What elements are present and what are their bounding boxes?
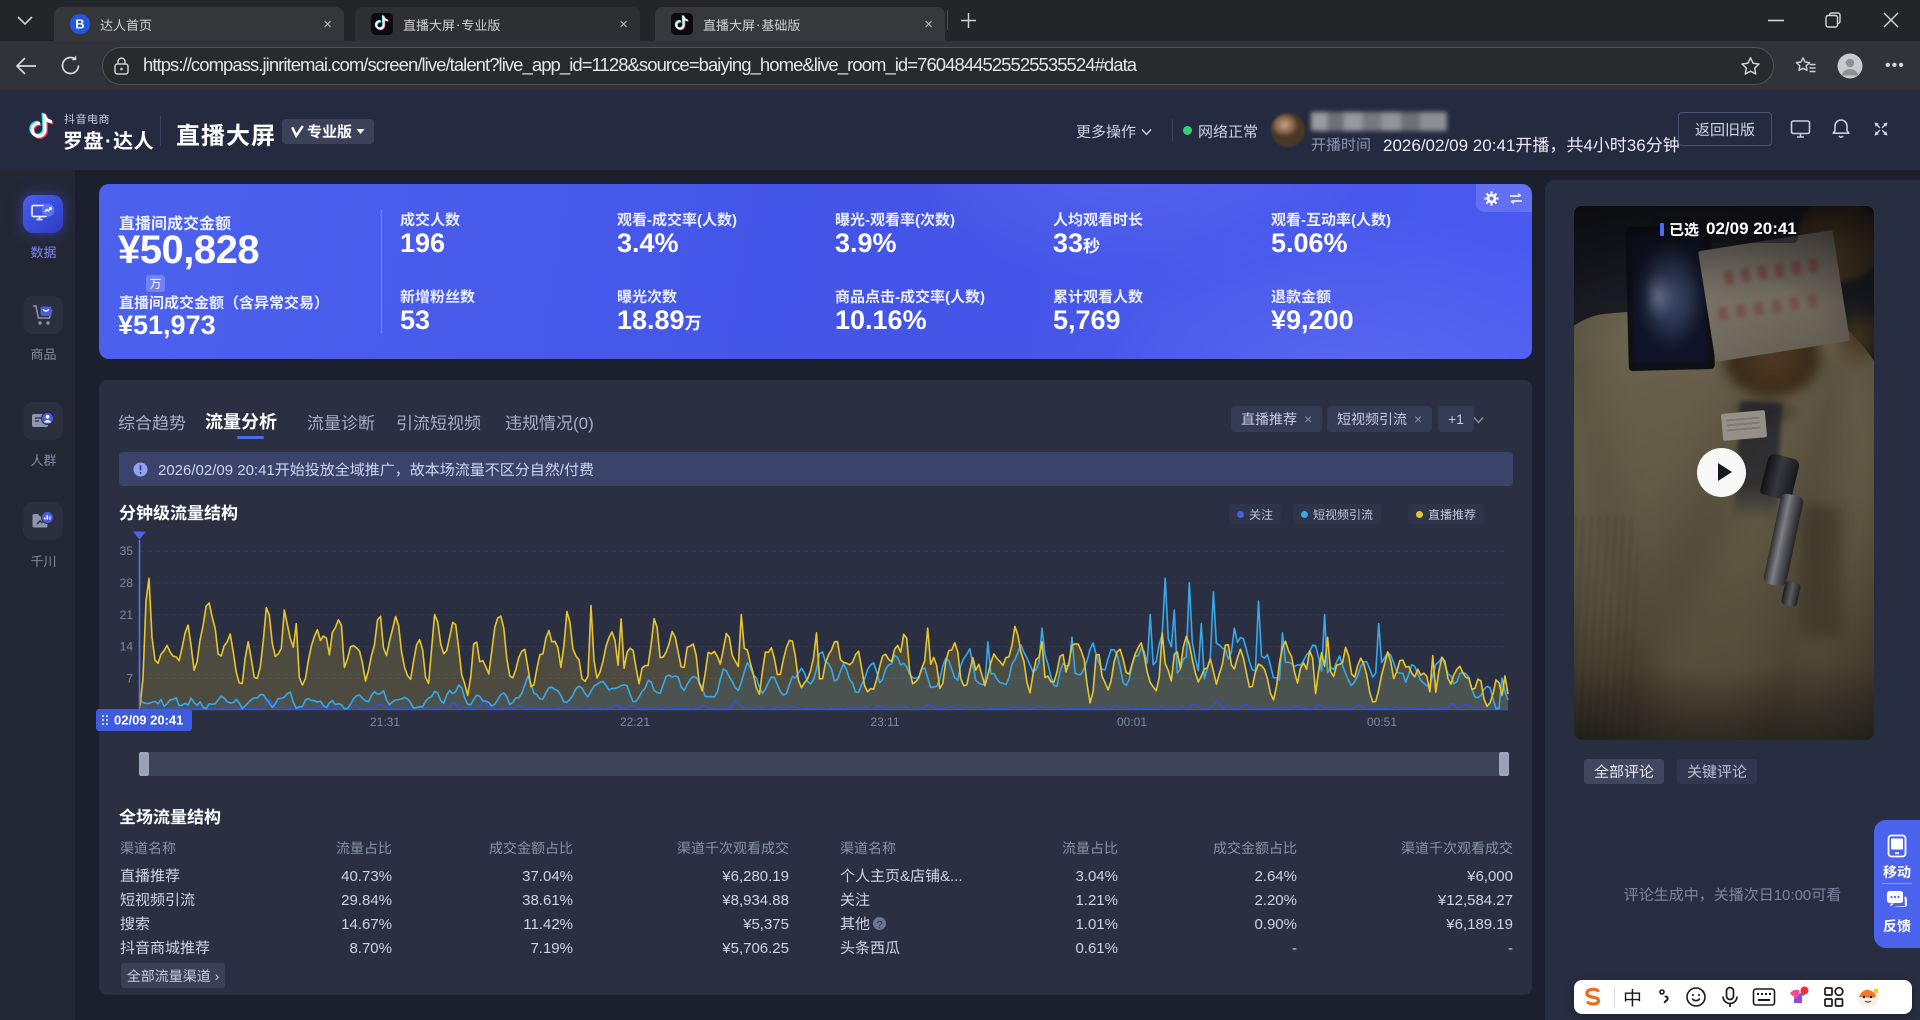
svg-text:14: 14 [120,640,134,654]
svg-text:7: 7 [126,671,133,685]
svg-text:00:01: 00:01 [1117,715,1147,729]
svg-text:02/09 20:41: 02/09 20:41 [114,713,183,728]
svg-text:00:51: 00:51 [1367,715,1397,729]
svg-text:28: 28 [120,576,134,590]
svg-text:23:11: 23:11 [870,715,899,729]
svg-text:21: 21 [120,608,134,622]
svg-text:B: B [75,17,84,32]
svg-text:22:21: 22:21 [620,715,650,729]
svg-text:35: 35 [120,544,134,558]
svg-text:21:31: 21:31 [370,715,400,729]
